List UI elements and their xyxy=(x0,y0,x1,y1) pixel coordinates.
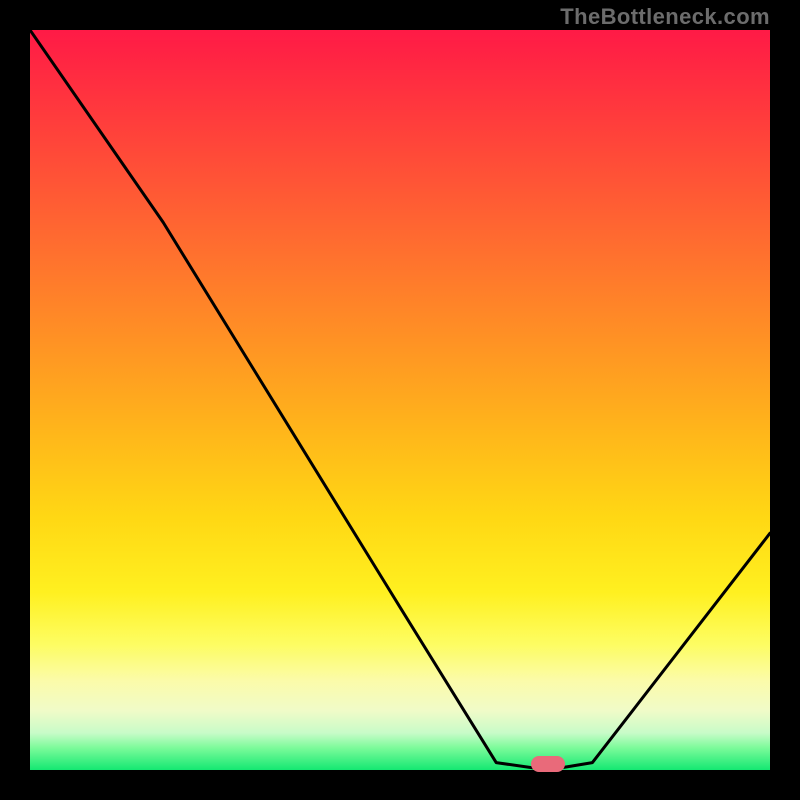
chart-plot-area xyxy=(30,30,770,770)
bottleneck-curve-path xyxy=(30,30,770,770)
optimal-point-marker xyxy=(531,756,565,772)
chart-curve xyxy=(30,30,770,770)
watermark-text: TheBottleneck.com xyxy=(560,4,770,30)
